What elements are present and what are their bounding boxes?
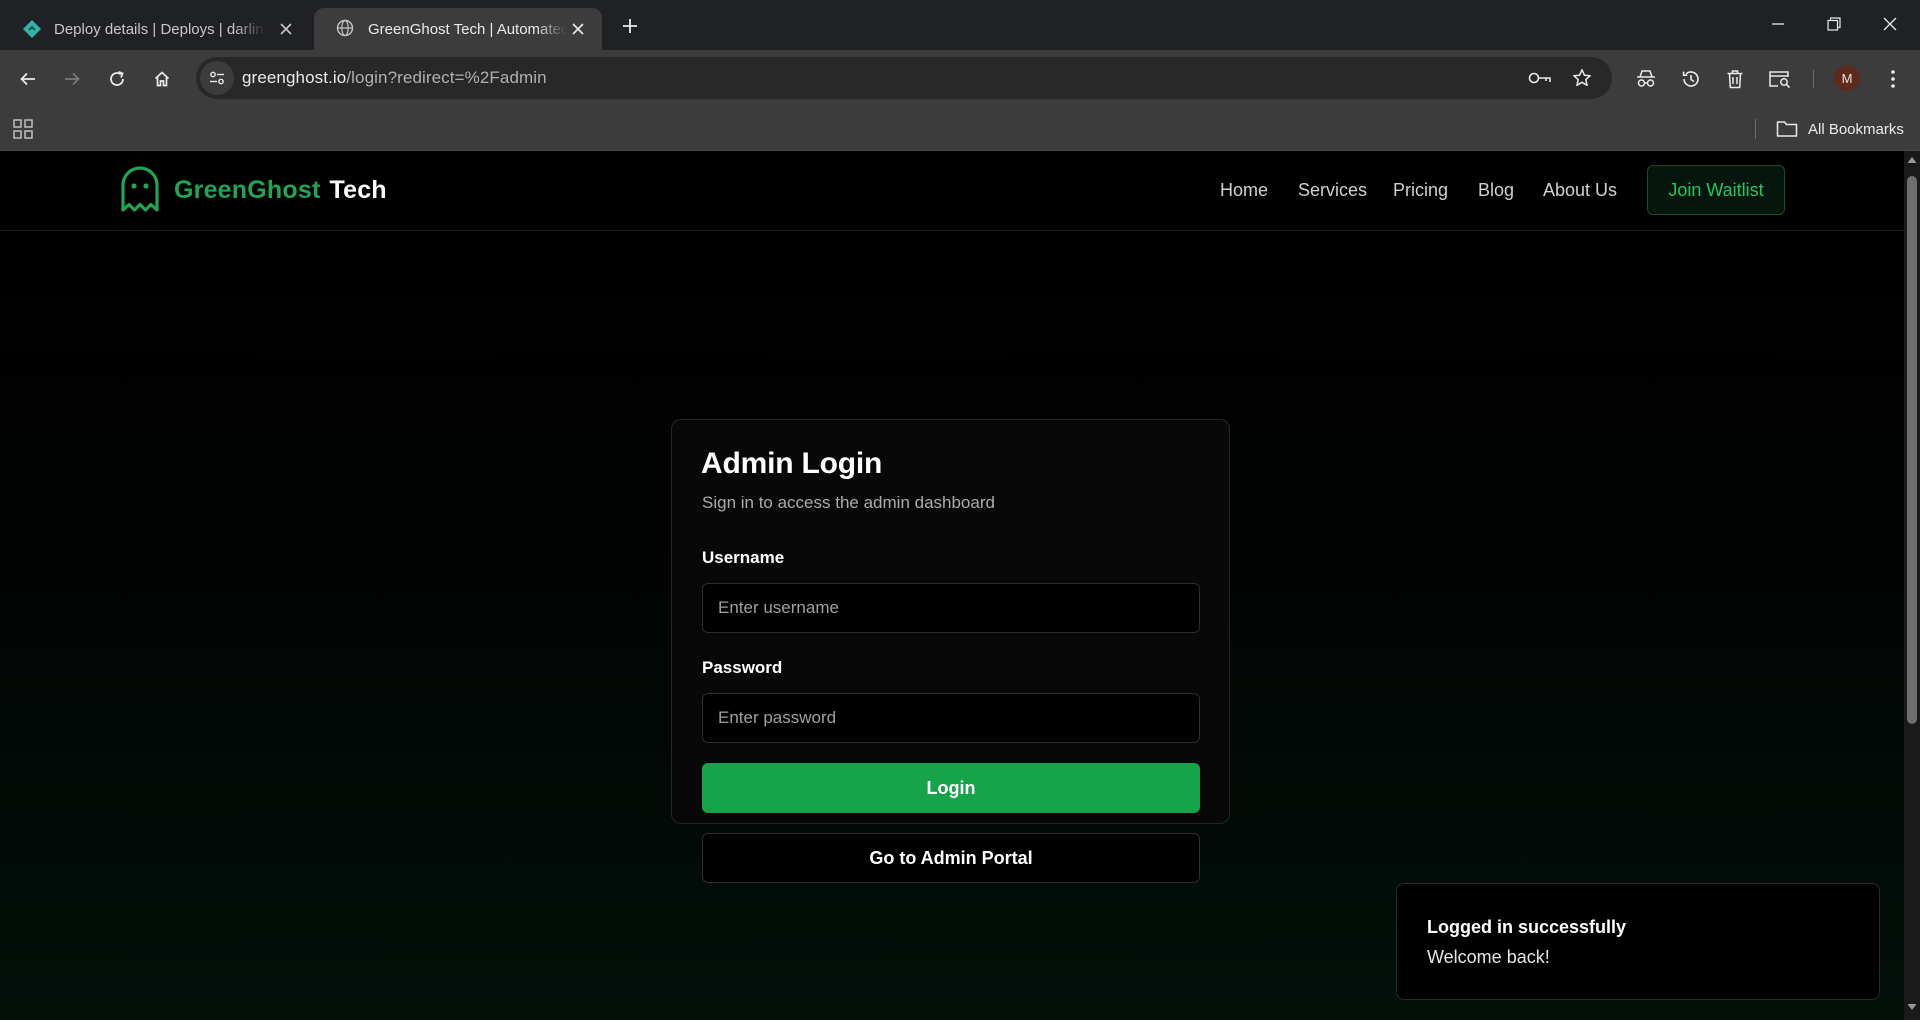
reload-icon [108,70,126,88]
nav-home[interactable]: Home [1220,180,1268,201]
password-input[interactable] [702,693,1200,743]
all-bookmarks-button[interactable]: All Bookmarks [1776,108,1904,150]
close-tab-icon[interactable] [566,17,590,41]
toolbar-divider [1813,70,1814,88]
profile-avatar[interactable]: M [1834,65,1860,91]
url-host: greenghost.io [242,68,347,87]
brand-name-green: GreenGhost [174,175,321,204]
nav-about-us[interactable]: About Us [1543,180,1617,201]
key-icon [1528,71,1552,85]
plus-icon [622,18,638,34]
apps-grid-icon[interactable] [12,118,34,140]
close-icon [1883,17,1897,31]
brand-wordmark: GreenGhost Tech [174,176,387,205]
site-header: GreenGhost Tech Home Services Pricing Blo… [0,151,1904,231]
close-tab-icon[interactable] [274,17,298,41]
toast-title: Logged in successfully [1427,917,1627,937]
username-label: Username [702,548,785,567]
login-button[interactable]: Login [702,763,1200,813]
close-window-button[interactable] [1862,0,1918,48]
scroll-up-arrow-icon[interactable] [1907,156,1917,164]
scrollbar-thumb[interactable] [1907,176,1917,724]
tab-search-button[interactable] [1764,63,1796,95]
password-label: Password [702,658,783,677]
browser-tab-greenghost[interactable]: GreenGhost Tech | Automated L [314,8,602,50]
bookmarks-divider [1755,119,1756,139]
star-icon [1572,68,1592,88]
success-toast: Logged in successfully Welcome back! [1396,883,1880,1000]
tab-title: Deploy details | Deploys | darlin [54,20,264,38]
username-input[interactable] [702,583,1200,633]
url-text[interactable]: greenghost.io/login?redirect=%2Fadmin [242,68,547,88]
toast-description: Welcome back! [1427,947,1550,967]
nav-services[interactable]: Services [1298,180,1367,201]
incognito-icon [1635,69,1657,89]
bookmark-star-button[interactable] [1569,65,1595,91]
restore-button[interactable] [1806,0,1862,48]
password-key-button[interactable] [1527,65,1553,91]
nav-blog[interactable]: Blog [1478,180,1514,201]
delete-browsing-data-button[interactable] [1719,63,1751,95]
page-viewport: GreenGhost Tech Home Services Pricing Blo… [0,151,1904,1020]
incognito-extension-button[interactable] [1630,63,1662,95]
history-icon [1681,69,1701,89]
forward-button[interactable] [54,61,90,97]
all-bookmarks-label: All Bookmarks [1808,120,1904,138]
history-button[interactable] [1675,63,1707,95]
trash-icon [1726,69,1744,89]
browser-toolbar: greenghost.io/login?redirect=%2Fadmin [0,50,1920,108]
scroll-down-arrow-icon[interactable] [1907,1003,1917,1011]
tab-search-icon [1768,69,1792,89]
globe-icon [336,19,356,39]
arrow-left-icon [19,70,37,88]
browser-tab-deploy-details[interactable]: Deploy details | Deploys | darlin [0,8,310,50]
browser-tab-bar: Deploy details | Deploys | darlin GreenG… [0,0,1920,50]
minimize-button[interactable] [1750,0,1806,48]
admin-portal-button[interactable]: Go to Admin Portal [702,833,1200,883]
new-tab-button[interactable] [616,12,644,40]
tune-icon [209,70,225,86]
reload-button[interactable] [99,61,135,97]
login-subtitle: Sign in to access the admin dashboard [702,493,995,512]
site-info-button[interactable] [200,61,234,95]
page-scrollbar[interactable] [1904,151,1920,1020]
join-waitlist-button[interactable]: Join Waitlist [1647,165,1785,215]
more-vertical-icon [1890,69,1896,89]
bookmarks-bar: All Bookmarks [0,108,1920,151]
brand-logo-link[interactable]: GreenGhost Tech [120,166,387,214]
tab-title: GreenGhost Tech | Automated L [368,20,566,38]
arrow-right-icon [63,70,81,88]
back-button[interactable] [10,61,46,97]
nav-pricing[interactable]: Pricing [1393,180,1448,201]
netlify-icon [22,19,42,39]
login-title: Admin Login [701,447,883,480]
home-button[interactable] [144,61,180,97]
folder-icon [1776,120,1808,138]
address-bar[interactable]: greenghost.io/login?redirect=%2Fadmin [196,57,1612,99]
url-path: /login?redirect=%2Fadmin [346,68,547,87]
restore-icon [1827,17,1841,31]
brand-name-white: Tech [329,175,387,204]
ghost-icon [120,166,160,214]
browser-menu-button[interactable] [1877,63,1909,95]
admin-login-card: Admin Login Sign in to access the admin … [671,419,1230,883]
home-icon [153,70,171,88]
minimize-icon [1771,17,1785,31]
